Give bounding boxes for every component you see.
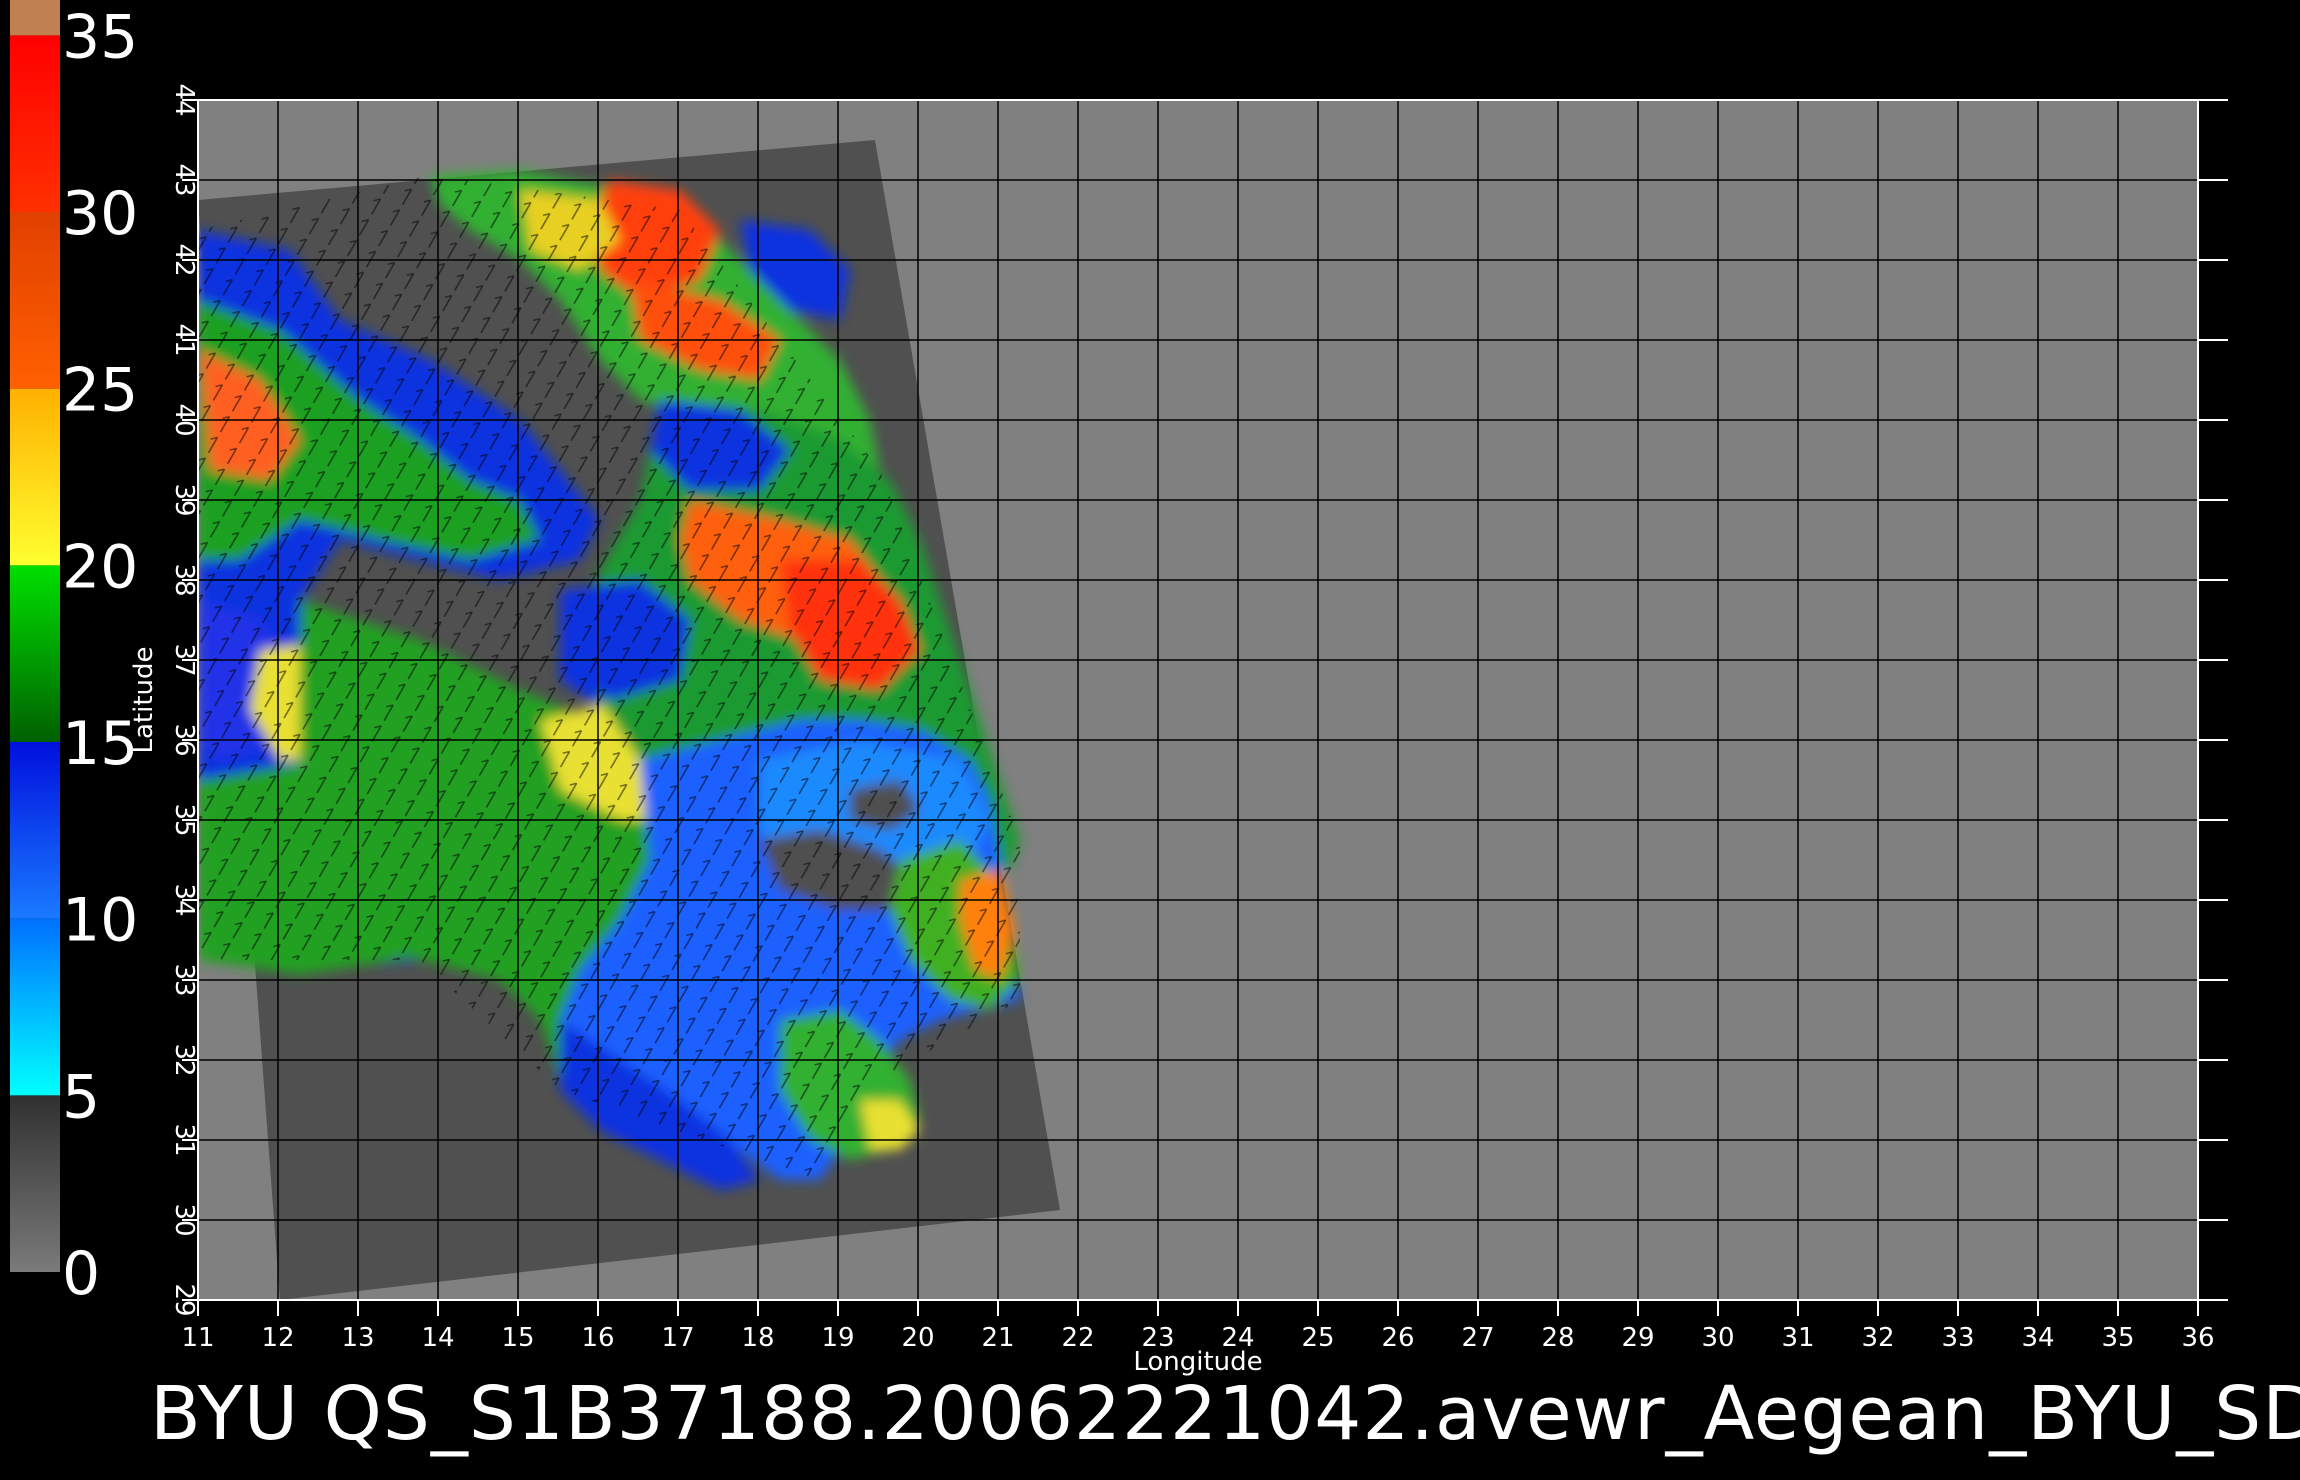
lat-tick-label: 34 — [169, 883, 199, 916]
wind-map-figure: 0 5 10 15 20 25 30 35 11 12 13 14 15 16 17 18 1… — [10, 0, 2228, 1377]
colorbar-segment — [10, 1095, 60, 1272]
colorbar-segment — [10, 742, 60, 919]
lon-tick-label: 29 — [1621, 1323, 1654, 1353]
lon-tick-label: 25 — [1301, 1323, 1334, 1353]
lon-tick-label: 27 — [1461, 1323, 1494, 1353]
lat-tick-label: 39 — [169, 483, 199, 516]
lon-tick-label: 31 — [1781, 1323, 1814, 1353]
colorbar-label: 10 — [62, 886, 138, 956]
lat-tick-label: 36 — [169, 723, 199, 756]
colorbar-label: 20 — [62, 532, 138, 602]
lon-tick-label: 32 — [1861, 1323, 1894, 1353]
lon-tick-label: 20 — [901, 1323, 934, 1353]
lon-tick-label: 36 — [2181, 1323, 2214, 1353]
lat-tick-label: 41 — [169, 323, 199, 356]
lon-tick-label: 26 — [1381, 1323, 1414, 1353]
lat-tick-label: 42 — [169, 243, 199, 276]
wind-speed-colorbar: 0 5 10 15 20 25 30 35 — [10, 0, 138, 1309]
colorbar-label: 35 — [62, 2, 138, 72]
lat-tick-label: 37 — [169, 643, 199, 676]
lon-tick-label: 34 — [2021, 1323, 2054, 1353]
figure-title: BYU QS_S1B37188.20062221042.avewr_Aegean… — [150, 1371, 2300, 1457]
lat-tick-label: 35 — [169, 803, 199, 836]
lon-tick-label: 28 — [1541, 1323, 1574, 1353]
colorbar-label: 0 — [62, 1239, 100, 1309]
lat-tick-label: 44 — [169, 83, 199, 116]
colorbar-segment — [10, 918, 60, 1096]
colorbar-label: 15 — [62, 709, 138, 779]
lon-tick-label: 35 — [2101, 1323, 2134, 1353]
colorbar-segment — [10, 35, 60, 213]
lat-tick-label: 31 — [169, 1123, 199, 1156]
lon-tick-label: 18 — [741, 1323, 774, 1353]
lon-tick-label: 16 — [581, 1323, 614, 1353]
lat-tick-label: 43 — [169, 163, 199, 196]
lon-tick-label: 30 — [1701, 1323, 1734, 1353]
lat-tick-label: 32 — [169, 1043, 199, 1076]
lon-tick-label: 11 — [181, 1323, 214, 1353]
lon-tick-label: 21 — [981, 1323, 1014, 1353]
lon-tick-label: 33 — [1941, 1323, 1974, 1353]
lon-tick-label: 15 — [501, 1323, 534, 1353]
longitude-axis: 11 12 13 14 15 16 17 18 19 20 21 22 23 24 25 26 27 28 29 30… — [181, 1300, 2215, 1353]
lat-tick-label: 38 — [169, 563, 199, 596]
lat-tick-label: 30 — [169, 1203, 199, 1236]
colorbar-segment — [10, 0, 60, 36]
lat-tick-label: 40 — [169, 403, 199, 436]
colorbar-segment — [10, 388, 60, 566]
lon-tick-label: 13 — [341, 1323, 374, 1353]
colorbar-label: 25 — [62, 356, 138, 426]
colorbar-label: 30 — [62, 179, 138, 249]
lon-tick-label: 12 — [261, 1323, 294, 1353]
colorbar-segment — [10, 212, 60, 389]
y-axis-label: Latitude — [129, 646, 159, 753]
lat-tick-label: 33 — [169, 963, 199, 996]
lon-tick-label: 22 — [1061, 1323, 1094, 1353]
colorbar-segment — [10, 565, 60, 742]
lon-tick-label: 17 — [661, 1323, 694, 1353]
lon-tick-label: 19 — [821, 1323, 854, 1353]
lon-tick-label: 14 — [421, 1323, 454, 1353]
lat-tick-label: 29 — [169, 1283, 199, 1316]
colorbar-label: 5 — [62, 1062, 100, 1132]
